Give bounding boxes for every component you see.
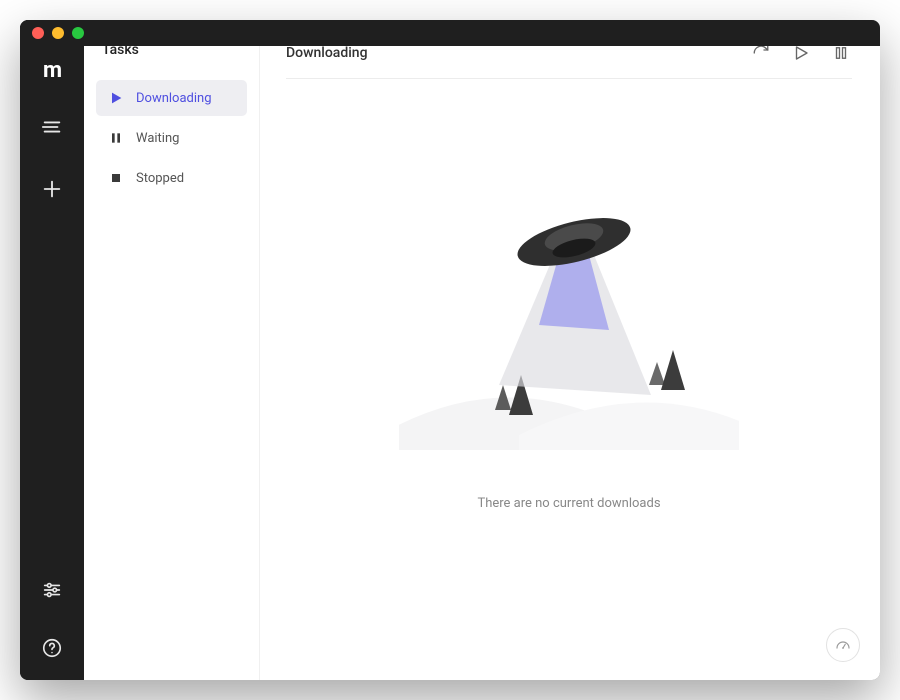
- refresh-icon: [752, 44, 770, 62]
- main-header: Downloading: [286, 42, 852, 79]
- app-logo: m: [43, 58, 61, 83]
- empty-illustration: [399, 190, 739, 450]
- resume-icon: [792, 44, 810, 62]
- minimize-window-button[interactable]: [52, 27, 64, 39]
- rail-settings-button[interactable]: [34, 572, 70, 608]
- page-title: Downloading: [286, 45, 368, 61]
- pause-all-icon: [832, 44, 850, 62]
- sidebar-item-label: Stopped: [136, 171, 184, 186]
- sidebar-item-downloading[interactable]: Downloading: [96, 80, 247, 116]
- app-window: m: [20, 20, 880, 680]
- sidebar-item-label: Downloading: [136, 91, 212, 106]
- tasks-list-icon: [41, 116, 63, 138]
- add-icon: [41, 178, 63, 200]
- meter-icon: [834, 636, 852, 654]
- sidebar: Tasks Downloading Waiting: [84, 20, 260, 680]
- speed-meter-button[interactable]: [826, 628, 860, 662]
- rail: m: [20, 20, 84, 680]
- sidebar-item-stopped[interactable]: Stopped: [96, 160, 247, 196]
- main-panel: Downloading: [260, 20, 880, 680]
- maximize-window-button[interactable]: [72, 27, 84, 39]
- titlebar: [20, 20, 880, 46]
- sidebar-item-waiting[interactable]: Waiting: [96, 120, 247, 156]
- empty-message: There are no current downloads: [477, 496, 660, 511]
- empty-state: There are no current downloads: [286, 79, 852, 662]
- stop-icon: [108, 170, 124, 186]
- sidebar-item-label: Waiting: [136, 131, 179, 146]
- pause-icon: [108, 130, 124, 146]
- help-icon: [41, 637, 63, 659]
- rail-tasks-button[interactable]: [34, 109, 70, 145]
- close-window-button[interactable]: [32, 27, 44, 39]
- settings-icon: [41, 579, 63, 601]
- play-icon: [108, 90, 124, 106]
- rail-add-button[interactable]: [34, 171, 70, 207]
- rail-help-button[interactable]: [34, 630, 70, 666]
